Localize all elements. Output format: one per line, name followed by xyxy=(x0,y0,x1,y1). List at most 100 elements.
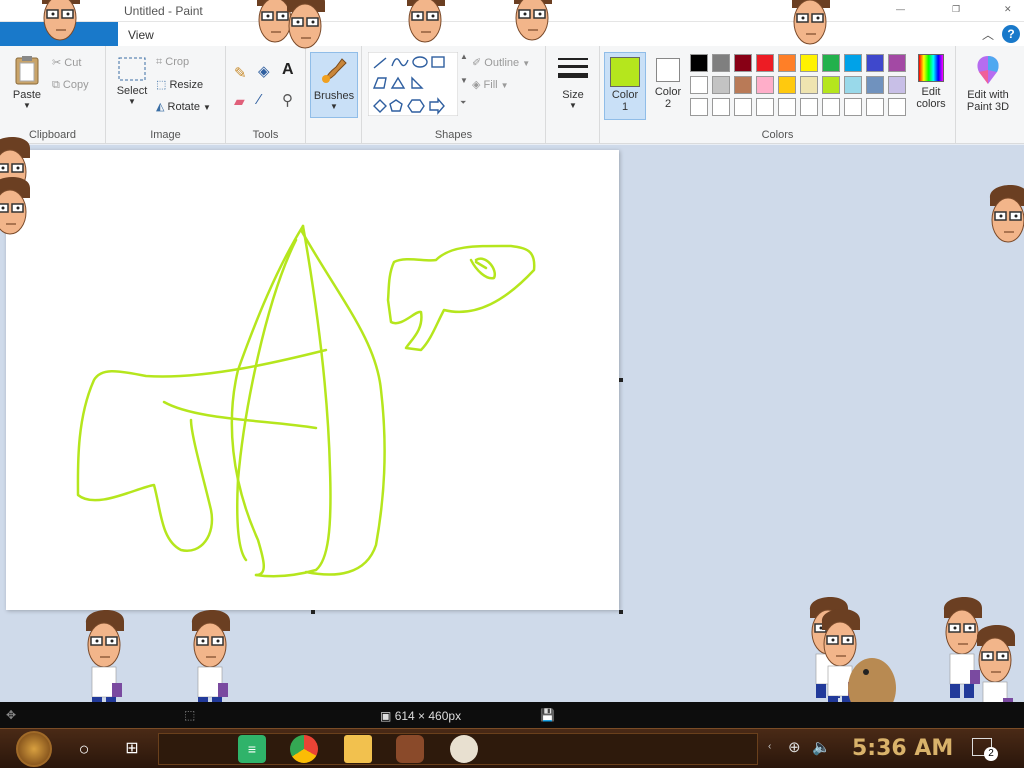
rotate-label: Rotate xyxy=(167,101,200,113)
hidden-icons-chevron-icon[interactable]: ‹ xyxy=(768,741,771,752)
tab-view[interactable]: View xyxy=(128,28,154,42)
brush-icon xyxy=(322,58,347,83)
palette-swatch[interactable] xyxy=(800,76,818,94)
palette-swatch[interactable] xyxy=(866,54,884,72)
palette-swatch[interactable] xyxy=(822,98,840,116)
rotate-icon: ◭ xyxy=(156,101,165,113)
scroll-down-icon[interactable]: ▼ xyxy=(460,76,468,85)
paint3d-icon xyxy=(977,56,999,84)
palette-swatch[interactable] xyxy=(734,54,752,72)
select-button[interactable]: Select ▼ xyxy=(112,56,152,106)
pyramid-stroke-center xyxy=(254,224,332,578)
paste-label: Paste xyxy=(12,89,42,101)
palette-swatch[interactable] xyxy=(690,76,708,94)
edit-with-paint3d-button[interactable]: Edit with Paint 3D xyxy=(960,54,1016,113)
drawing-strokes xyxy=(76,224,536,578)
palette-swatch[interactable] xyxy=(800,54,818,72)
color2-swatch xyxy=(656,58,680,82)
scroll-up-icon[interactable]: ▲ xyxy=(460,52,468,61)
outline-button[interactable]: ✐ Outline ▼ xyxy=(472,56,530,69)
search-icon[interactable]: ○ xyxy=(70,735,98,763)
pet-app-icon[interactable] xyxy=(396,735,424,763)
file-tab[interactable] xyxy=(0,22,118,46)
window-title: Untitled - Paint xyxy=(124,4,203,18)
resize-label: Resize xyxy=(169,79,204,91)
network-icon[interactable]: ⊕ xyxy=(788,738,801,756)
palette-swatch[interactable] xyxy=(822,76,840,94)
palette-swatch[interactable] xyxy=(844,98,862,116)
chevron-down-icon: ▼ xyxy=(500,81,509,90)
paste-button[interactable]: Paste ▼ xyxy=(6,54,48,110)
paint-app-icon[interactable] xyxy=(450,735,478,763)
eraser-icon[interactable]: ▰ xyxy=(234,93,245,110)
edit-colors-button[interactable]: Edit colors xyxy=(908,54,954,110)
tools-group: ✎ ◈ A ▰ ⁄ ⚲ Tools xyxy=(226,46,306,144)
color2-button[interactable]: Color 2 xyxy=(648,52,688,120)
line-thickness-icon xyxy=(558,58,588,78)
palette-swatch[interactable] xyxy=(778,54,796,72)
palette-swatch[interactable] xyxy=(888,76,906,94)
resize-handle-bottom[interactable] xyxy=(311,610,315,614)
color2-label-line1: Color xyxy=(654,86,682,98)
palette-swatch[interactable] xyxy=(756,98,774,116)
fill-button[interactable]: ◈ Fill ▼ xyxy=(472,78,509,91)
chrome-icon[interactable] xyxy=(290,735,318,763)
crop-button[interactable]: ⌗ Crop xyxy=(156,56,189,69)
palette-swatch[interactable] xyxy=(888,98,906,116)
palette-swatch[interactable] xyxy=(690,98,708,116)
size-group: Size ▼ xyxy=(546,46,600,144)
pencil-icon[interactable]: ✎ xyxy=(234,64,247,82)
palette-swatch[interactable] xyxy=(778,98,796,116)
help-button[interactable]: ? xyxy=(1002,25,1020,43)
fill-bucket-icon[interactable]: ◈ xyxy=(258,62,270,80)
palette-swatch[interactable] xyxy=(690,54,708,72)
palette-swatch[interactable] xyxy=(844,54,862,72)
start-button[interactable] xyxy=(16,731,52,767)
palette-swatch[interactable] xyxy=(734,98,752,116)
palette-swatch[interactable] xyxy=(756,54,774,72)
resize-button[interactable]: ⬚ Resize xyxy=(156,78,203,91)
scissors-icon: ✂ xyxy=(52,57,62,69)
palette-swatch[interactable] xyxy=(712,76,730,94)
fill-icon: ◈ xyxy=(472,79,481,91)
maximize-button[interactable]: ❐ xyxy=(952,4,960,15)
palette-swatch[interactable] xyxy=(712,98,730,116)
copy-button[interactable]: ⧉ Copy xyxy=(52,79,89,92)
rotate-button[interactable]: ◭ Rotate ▼ xyxy=(156,100,211,113)
canvas-size-display: ▣ 614 × 460px xyxy=(380,709,461,723)
palette-swatch[interactable] xyxy=(844,76,862,94)
size-button[interactable]: Size ▼ xyxy=(552,56,594,110)
volume-muted-icon[interactable]: 🔈 xyxy=(812,738,831,756)
minimize-button[interactable]: — xyxy=(896,4,905,14)
drawing-canvas[interactable] xyxy=(6,150,623,614)
palette-swatch[interactable] xyxy=(866,76,884,94)
magnifier-icon[interactable]: ⚲ xyxy=(282,91,293,109)
resize-handle-corner[interactable] xyxy=(619,610,623,614)
color1-label-line1: Color xyxy=(611,89,639,101)
palette-swatch[interactable] xyxy=(734,76,752,94)
task-view-icon[interactable]: ⊞ xyxy=(118,735,146,763)
file-explorer-icon[interactable] xyxy=(344,735,372,763)
expand-gallery-icon[interactable]: ⏷ xyxy=(460,98,466,108)
head-outline xyxy=(386,244,536,352)
palette-swatch[interactable] xyxy=(756,76,774,94)
shapes-gallery[interactable] xyxy=(368,52,458,116)
collapse-ribbon-button[interactable]: ︿ xyxy=(982,26,994,43)
taskbar-clock[interactable]: 5:36 AM xyxy=(852,736,953,761)
palette-swatch[interactable] xyxy=(866,98,884,116)
palette-swatch[interactable] xyxy=(778,76,796,94)
cut-button[interactable]: ✂ Cut xyxy=(52,56,81,69)
copy-label: Copy xyxy=(62,79,89,91)
text-icon[interactable]: A xyxy=(282,61,294,79)
color-picker-icon[interactable]: ⁄ xyxy=(258,91,261,108)
sticky-notes-icon[interactable]: ≡ xyxy=(238,735,266,763)
palette-swatch[interactable] xyxy=(822,54,840,72)
color1-button[interactable]: Color 1 xyxy=(604,52,646,120)
palette-swatch[interactable] xyxy=(800,98,818,116)
palette-swatch[interactable] xyxy=(888,54,906,72)
palette-swatch[interactable] xyxy=(712,54,730,72)
brushes-button[interactable]: Brushes ▼ xyxy=(310,52,358,118)
resize-handle-right[interactable] xyxy=(619,378,623,382)
close-button[interactable]: ✕ xyxy=(1004,4,1012,15)
chevron-down-icon: ▼ xyxy=(522,59,531,68)
